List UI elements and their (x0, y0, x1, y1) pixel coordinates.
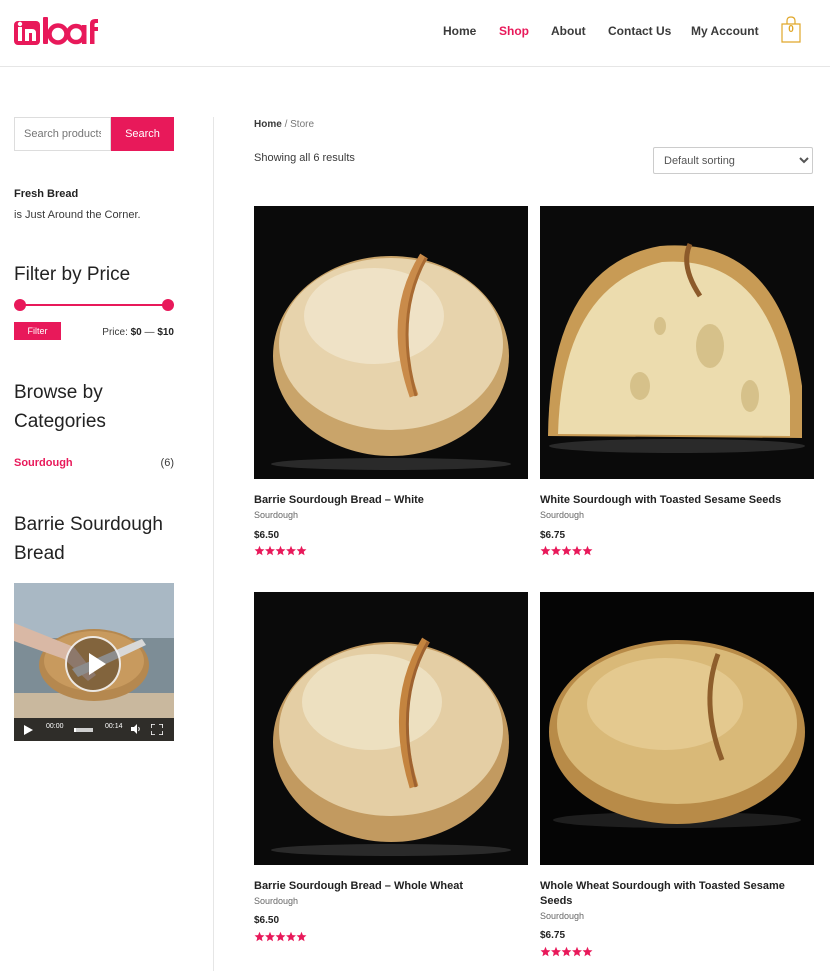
video-duration: 00:14 (105, 723, 123, 730)
star-rating-icon (540, 545, 593, 556)
price-slider-range (20, 304, 168, 306)
video-widget-title: Barrie Sourdough Bread (14, 514, 163, 564)
nav-about[interactable]: About (551, 23, 586, 39)
filter-by-price-title: Filter by Price (14, 264, 131, 285)
star-icon (265, 931, 275, 942)
product-image-white-loaf (254, 206, 528, 479)
promo-text: is Just Around the Corner. (14, 209, 141, 221)
product-price: $6.50 (254, 915, 280, 926)
breadcrumb-separator: / (284, 119, 288, 130)
product-category: Sourdough (254, 896, 299, 906)
nav-contact-us[interactable]: Contact Us (608, 23, 671, 39)
sort-select[interactable]: Default sorting (653, 147, 813, 174)
product-search-form: Search (14, 117, 174, 151)
star-rating-icon (254, 545, 307, 556)
nav-home[interactable]: Home (443, 23, 476, 39)
star-icon (582, 946, 593, 957)
price-range-slider (14, 299, 174, 311)
product-category: Sourdough (540, 911, 585, 921)
filter-button[interactable]: Filter (14, 322, 61, 340)
star-icon (540, 545, 551, 556)
star-icon (572, 946, 582, 957)
star-icon (286, 545, 296, 556)
price-range-label: Price: $0 — $10 (102, 327, 174, 338)
product-image-link[interactable] (254, 592, 528, 865)
product-price: $6.75 (540, 930, 566, 941)
product-category: Sourdough (254, 510, 299, 520)
star-icon (540, 946, 551, 957)
star-rating-icon (540, 946, 593, 957)
video-current-time: 00:00 (46, 723, 64, 730)
star-icon (582, 545, 593, 556)
star-icon (254, 545, 265, 556)
category-link-sourdough[interactable]: Sourdough (14, 457, 73, 469)
product-image-wheat-loaf (254, 592, 528, 865)
breadcrumb: Home / Store (254, 119, 314, 130)
product-title[interactable]: Whole Wheat Sourdough with Toasted Sesam… (540, 879, 814, 909)
star-icon (254, 931, 265, 942)
fullscreen-icon[interactable] (151, 724, 163, 735)
price-slider-min-handle[interactable] (14, 299, 26, 311)
category-count: (6) (160, 457, 174, 469)
video-controls: 00:00 00:14 (14, 718, 174, 741)
volume-icon[interactable] (131, 724, 141, 734)
price-min: $0 (130, 327, 142, 338)
star-rating-icon (254, 931, 307, 942)
product-title[interactable]: Barrie Sourdough Bread – Whole Wheat (254, 879, 528, 894)
star-icon (296, 545, 307, 556)
play-overlay-icon[interactable] (65, 636, 121, 692)
breadcrumb-current: Store (290, 119, 315, 130)
nav-shop[interactable]: Shop (499, 23, 529, 39)
cart-button[interactable]: 0 (780, 16, 804, 44)
product-image-link[interactable] (540, 206, 814, 479)
star-icon (572, 545, 582, 556)
star-icon (551, 946, 561, 957)
product-price: $6.75 (540, 530, 566, 541)
product-title[interactable]: Barrie Sourdough Bread – White (254, 493, 528, 508)
price-separator: — (144, 327, 155, 338)
sidebar-divider (213, 117, 214, 971)
product-image-sesame-loaf-whole (540, 592, 814, 865)
video-progress-bar[interactable] (74, 728, 93, 732)
product-image-link[interactable] (254, 206, 528, 479)
main-navigation: Home Shop About Contact Us My Account (0, 23, 830, 41)
star-icon (551, 545, 561, 556)
product-image-sesame-loaf-cut (540, 206, 814, 479)
product-price: $6.50 (254, 530, 280, 541)
price-max: $10 (157, 327, 174, 338)
star-icon (561, 946, 572, 957)
product-image-link[interactable] (540, 592, 814, 865)
browse-categories-title: Browse by Categories (14, 382, 106, 432)
star-icon (265, 545, 275, 556)
site-header: Home Shop About Contact Us My Account 0 (0, 0, 830, 67)
play-icon[interactable] (24, 725, 33, 735)
star-icon (561, 545, 572, 556)
star-icon (286, 931, 296, 942)
product-title[interactable]: White Sourdough with Toasted Sesame Seed… (540, 493, 814, 508)
result-count: Showing all 6 results (254, 152, 355, 164)
video-player[interactable]: 00:00 00:14 (14, 583, 174, 741)
price-slider-max-handle[interactable] (162, 299, 174, 311)
star-icon (275, 931, 286, 942)
product-category: Sourdough (540, 510, 585, 520)
nav-my-account[interactable]: My Account (691, 23, 759, 39)
breadcrumb-home[interactable]: Home (254, 119, 282, 130)
price-prefix: Price: (102, 327, 128, 338)
star-icon (275, 545, 286, 556)
video-progress-fill (74, 728, 76, 732)
search-button[interactable]: Search (111, 117, 174, 151)
promo-heading: Fresh Bread (14, 188, 79, 200)
cart-count: 0 (788, 24, 794, 35)
product-search-input[interactable] (14, 117, 111, 151)
star-icon (296, 931, 307, 942)
